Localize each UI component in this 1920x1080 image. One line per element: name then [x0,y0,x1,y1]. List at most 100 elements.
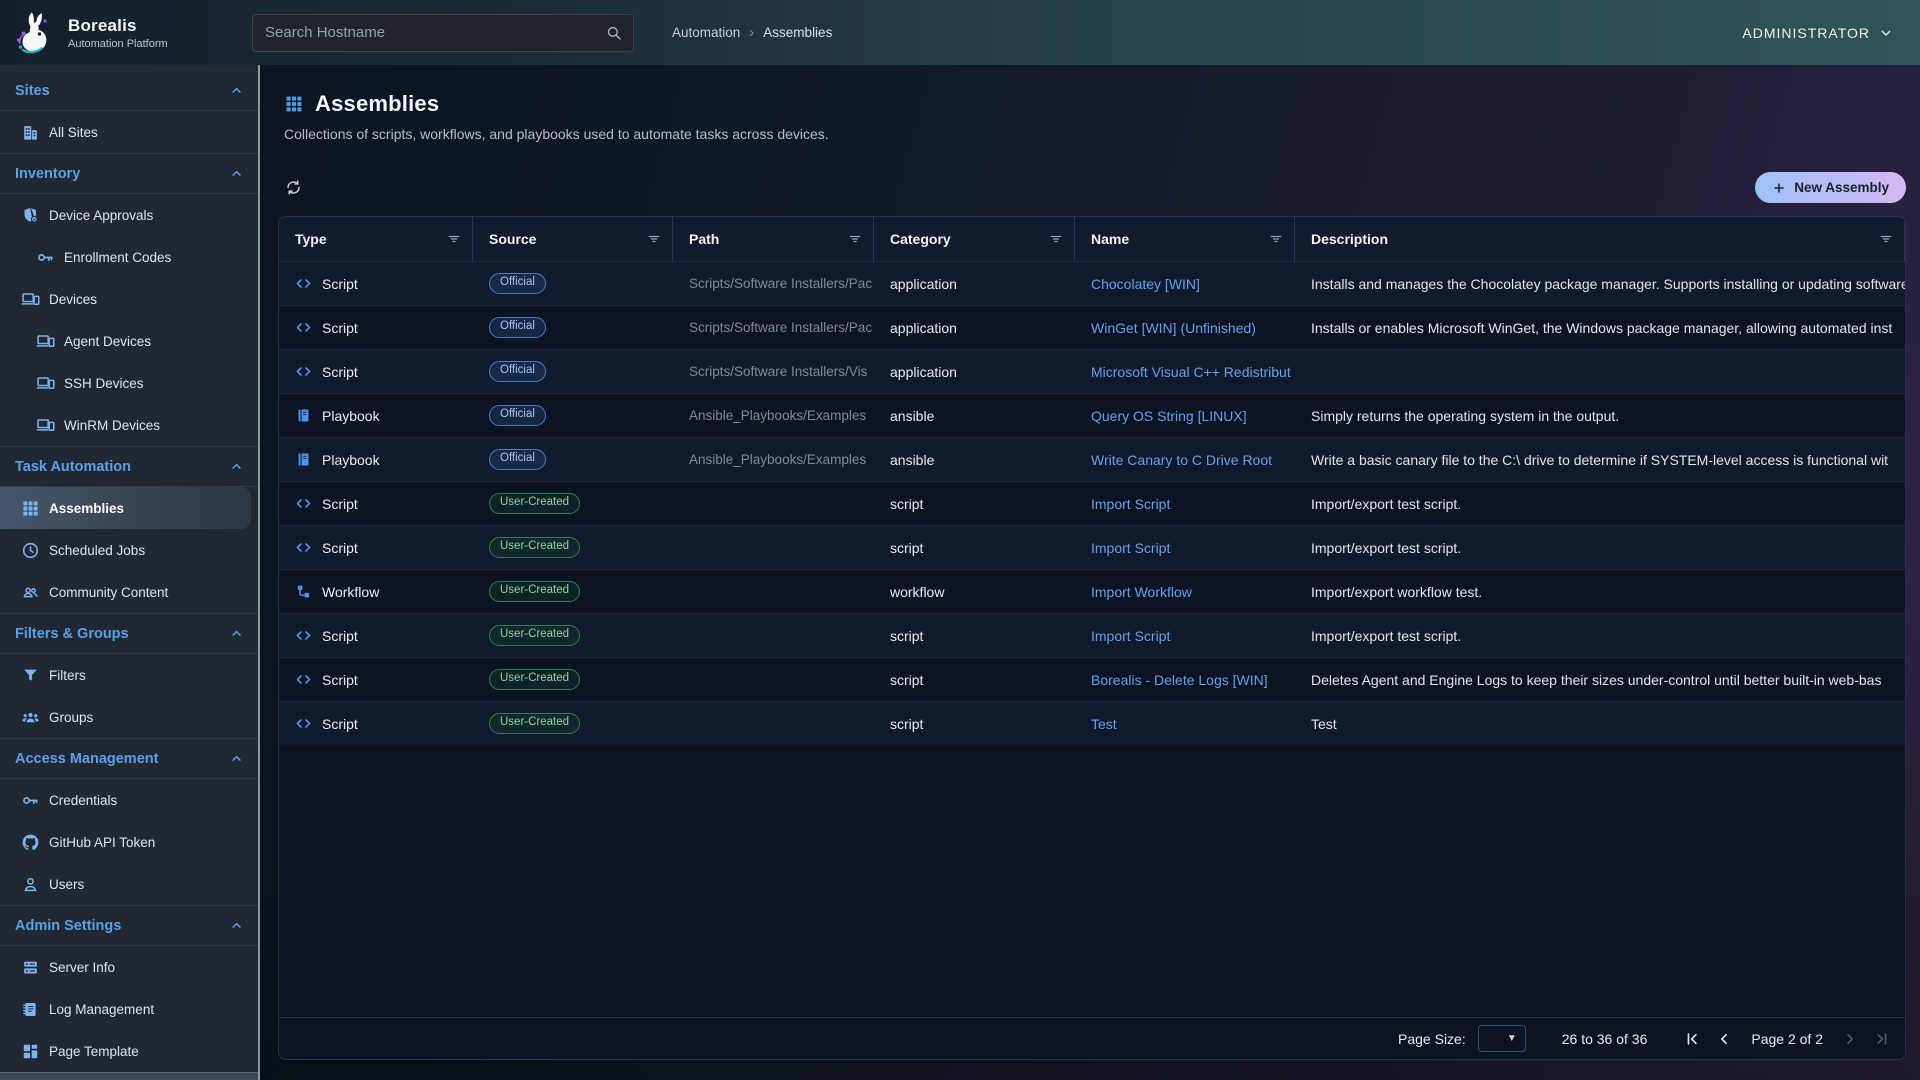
filter-icon[interactable] [646,231,662,247]
table-body: Script OfficialScripts/Software Installer… [279,261,1905,745]
sidebar-item-github-api-token[interactable]: GitHub API Token [0,821,258,863]
cell-description: Installs and manages the Chocolatey pack… [1295,262,1905,305]
brand-name: Borealis [68,16,168,36]
sidebar-section-header-inventory[interactable]: Inventory [0,154,258,194]
refresh-button[interactable] [284,178,303,197]
source-badge: User-Created [489,713,580,734]
filter-icon[interactable] [1878,231,1894,247]
cell-source: Official [473,350,673,393]
sidebar-item-community-content[interactable]: Community Content [0,571,258,613]
sidebar-item-ssh-devices[interactable]: SSH Devices [0,362,258,404]
assembly-link[interactable]: Import Script [1091,540,1170,556]
cell-source: User-Created [473,658,673,701]
table-row: ScriptOfficialScripts/Software Installer… [279,261,1905,305]
sidebar-item-devices[interactable]: Devices [0,278,258,320]
cell-description: Installs or enables Microsoft WinGet, th… [1295,306,1905,349]
cell-name: Borealis - Delete Logs [WIN] [1075,658,1295,701]
search-box[interactable] [252,14,634,52]
assembly-link[interactable]: WinGet [WIN] (Unfinished) [1091,320,1256,336]
sidebar-section-label: Access Management [15,751,158,767]
column-header-category[interactable]: Category [874,217,1075,261]
sidebar-item-credentials[interactable]: Credentials [0,779,258,821]
sidebar-item-label: Assemblies [49,501,124,516]
column-header-path[interactable]: Path [673,217,874,261]
filter-icon[interactable] [1268,231,1284,247]
sidebar-item-winrm-devices[interactable]: WinRM Devices [0,404,258,446]
sidebar-item-server-info[interactable]: Server Info [0,946,258,988]
brand: Borealis Automation Platform [0,9,252,57]
table-row: ScriptUser-CreatedscriptImport ScriptImp… [279,481,1905,525]
assemblies-grid-icon [284,94,304,114]
sidebar-item-device-approvals[interactable]: Device Approvals [0,194,258,236]
assembly-link[interactable]: Borealis - Delete Logs [WIN] [1091,672,1268,688]
first-page-button[interactable] [1683,1030,1701,1048]
sidebar-item-label: Groups [49,710,93,725]
code-icon [295,495,312,512]
new-assembly-button[interactable]: New Assembly [1755,172,1906,203]
sidebar-item-label: Server Info [49,960,115,975]
cell-name: Write Canary to C Drive Root [1075,438,1295,481]
next-page-button[interactable] [1841,1030,1859,1048]
previous-page-button[interactable] [1715,1030,1733,1048]
assembly-link[interactable]: Query OS String [LINUX] [1091,408,1247,424]
column-header-label: Category [890,231,951,247]
type-label: Script [322,672,358,688]
source-badge: User-Created [489,493,580,514]
sidebar-item-all-sites[interactable]: All Sites [0,111,258,153]
chevron-up-icon [229,459,244,474]
sidebar-item-scheduled-jobs[interactable]: Scheduled Jobs [0,529,258,571]
cell-path: Scripts/Software Installers/Pac [673,306,874,349]
cell-name: Chocolatey [WIN] [1075,262,1295,305]
sidebar-item-label: Community Content [49,585,168,600]
sidebar-item-page-template[interactable]: Page Template [0,1030,258,1072]
sidebar-section-header-filters-groups[interactable]: Filters & Groups [0,614,258,654]
search-input[interactable] [265,24,605,41]
breadcrumb-item-assemblies[interactable]: Assemblies [763,25,832,40]
cell-type: Script [279,482,473,525]
book-icon [295,407,312,424]
sidebar-item-filters[interactable]: Filters [0,654,258,696]
assembly-link[interactable]: Import Workflow [1091,584,1192,600]
sidebar-item-assemblies[interactable]: Assemblies [0,487,251,529]
log-icon [21,1000,40,1019]
assembly-link[interactable]: Test [1091,716,1117,732]
user-menu[interactable]: ADMINISTRATOR [1742,25,1894,41]
sidebar-section-header-access-management[interactable]: Access Management [0,739,258,779]
sidebar-section-task-automation: Task Automation Assemblies Scheduled Jobs C… [0,446,258,613]
assembly-link[interactable]: Write Canary to C Drive Root [1091,452,1272,468]
column-header-description[interactable]: Description [1295,217,1905,261]
breadcrumb-item-automation[interactable]: Automation [672,25,740,40]
chevron-up-icon [229,626,244,641]
sidebar-section-header-sites[interactable]: Sites [0,71,258,111]
pagination-range: 26 to 36 of 36 [1562,1031,1648,1047]
sidebar-section-header-admin-settings[interactable]: Admin Settings [0,906,258,946]
type-label: Script [322,716,358,732]
sidebar-section-header-task-automation[interactable]: Task Automation [0,447,258,487]
page-size-select[interactable]: ▼ [1478,1025,1526,1052]
cell-description: Import/export test script. [1295,614,1905,657]
cell-type: Script [279,614,473,657]
column-header-type[interactable]: Type [279,217,473,261]
last-page-button[interactable] [1873,1030,1891,1048]
sidebar-item-groups[interactable]: Groups [0,696,258,738]
assembly-link[interactable]: Import Script [1091,496,1170,512]
sidebar-item-users[interactable]: Users [0,863,258,905]
cell-category: application [874,350,1075,393]
sidebar-item-log-management[interactable]: Log Management [0,988,258,1030]
assembly-link[interactable]: Microsoft Visual C++ Redistribut [1091,364,1291,380]
sidebar-item-agent-devices[interactable]: Agent Devices [0,320,258,362]
column-header-label: Description [1311,231,1388,247]
table-row: ScriptOfficialScripts/Software Installer… [279,305,1905,349]
filter-icon[interactable] [847,231,863,247]
filter-icon[interactable] [446,231,462,247]
column-header-name[interactable]: Name [1075,217,1295,261]
assembly-link[interactable]: Import Script [1091,628,1170,644]
assemblies-table: TypeSourcePath Category Name Description Sc… [278,216,1906,1060]
column-header-source[interactable]: Source [473,217,673,261]
table-row: ScriptUser-CreatedscriptImport ScriptImp… [279,613,1905,657]
sidebar-item-enrollment-codes[interactable]: Enrollment Codes [0,236,258,278]
devices-icon [36,374,55,393]
sidebar-section-inventory: InventoryDevice ApprovalsEnrollment Code… [0,153,258,446]
assembly-link[interactable]: Chocolatey [WIN] [1091,276,1200,292]
filter-icon[interactable] [1048,231,1064,247]
